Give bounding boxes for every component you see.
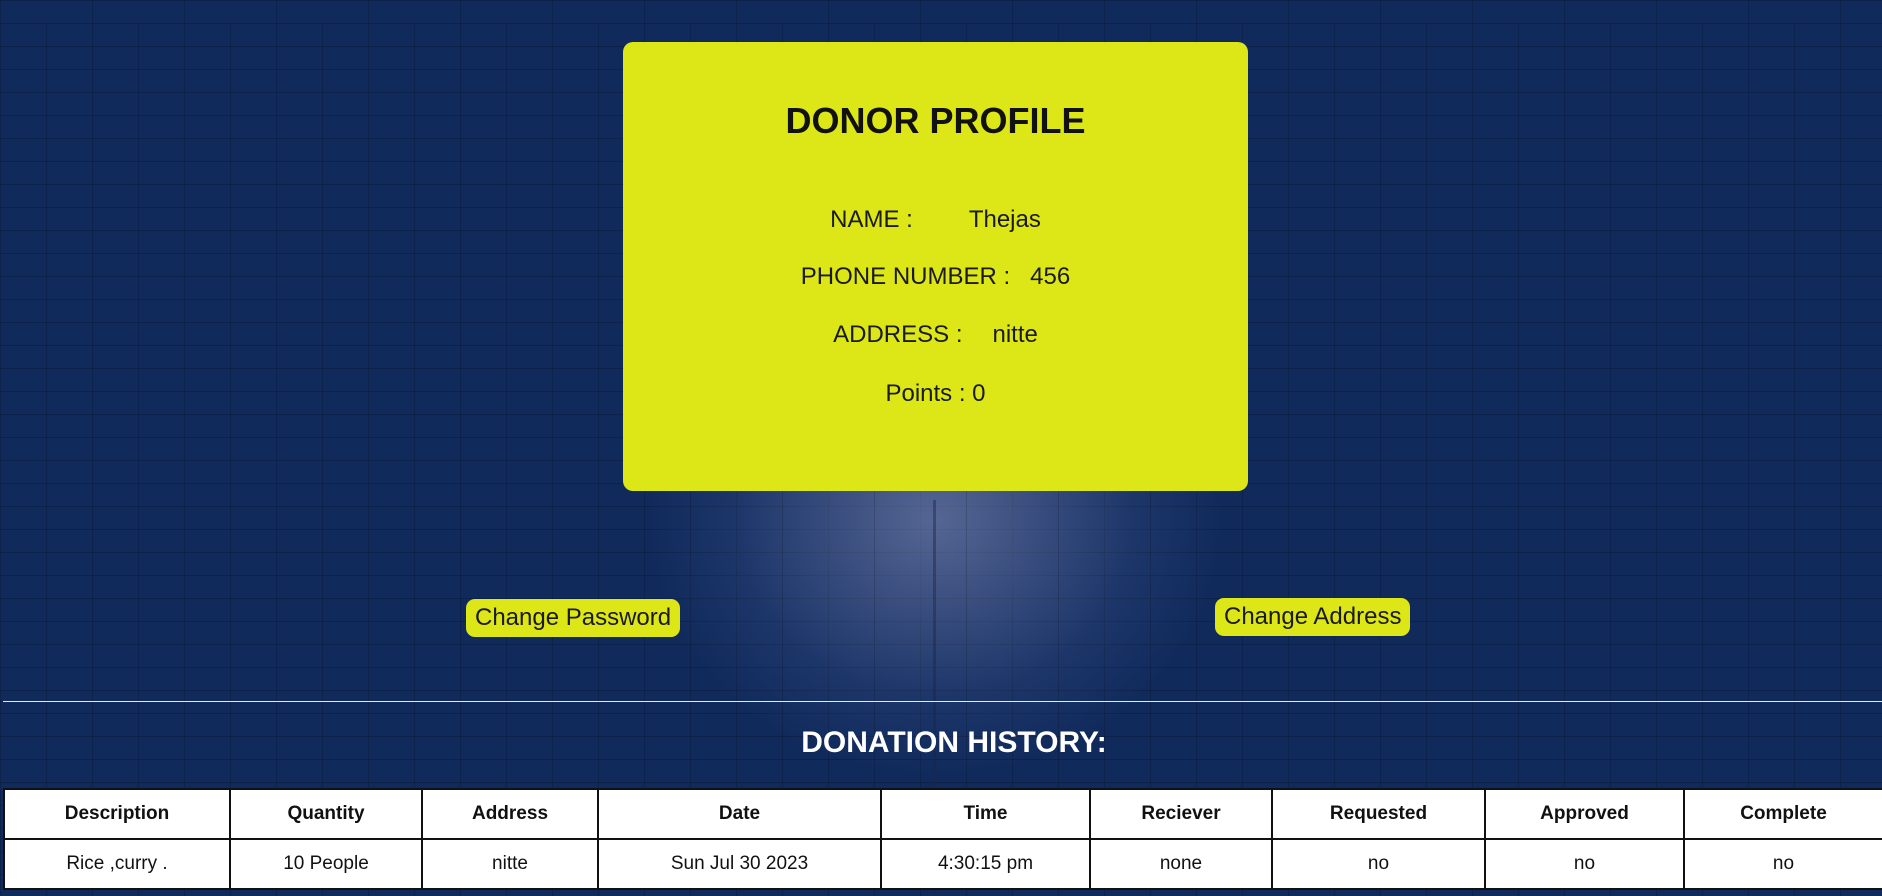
table-cell: no	[1484, 838, 1685, 890]
donor-profile-card: DONOR PROFILE NAME : Thejas PHONE NUMBER …	[623, 42, 1248, 491]
table-cell: nitte	[421, 838, 599, 890]
section-divider	[3, 701, 1882, 702]
column-header: Time	[880, 788, 1091, 840]
change-password-button[interactable]: Change Password	[466, 599, 681, 637]
profile-points: Points : 0	[885, 380, 986, 407]
name-label: NAME :	[830, 206, 913, 233]
column-header: Complete	[1683, 788, 1882, 840]
column-header: Date	[597, 788, 882, 840]
profile-address-row: ADDRESS : nitte	[623, 321, 1248, 349]
address-value: nitte	[992, 321, 1038, 348]
table-row: Rice ,curry . 10 People nitte Sun Jul 30…	[3, 838, 1882, 890]
name-value: Thejas	[968, 206, 1041, 233]
table-cell: Rice ,curry .	[3, 838, 231, 890]
column-header: Requested	[1271, 788, 1486, 840]
table-cell: 4:30:15 pm	[880, 838, 1091, 890]
donation-history-table: Description Quantity Address Date Time R…	[3, 788, 1882, 890]
table-cell: no	[1271, 838, 1486, 890]
column-header: Reciever	[1089, 788, 1273, 840]
donation-history-title: DONATION HISTORY:	[801, 726, 1107, 759]
table-cell: none	[1089, 838, 1273, 890]
profile-name-row: NAME : Thejas	[623, 206, 1248, 234]
address-label: ADDRESS :	[833, 321, 963, 348]
table-cell: Sun Jul 30 2023	[597, 838, 882, 890]
column-header: Approved	[1484, 788, 1685, 840]
column-header: Quantity	[229, 788, 423, 840]
phone-value: 456	[1030, 263, 1071, 290]
profile-phone-row: PHONE NUMBER : 456	[623, 263, 1248, 291]
column-header: Address	[421, 788, 599, 840]
table-cell: no	[1683, 838, 1882, 890]
column-header: Description	[3, 788, 231, 840]
table-header-row: Description Quantity Address Date Time R…	[3, 788, 1882, 840]
table-cell: 10 People	[229, 838, 423, 890]
phone-label: PHONE NUMBER :	[800, 263, 1011, 290]
change-address-button[interactable]: Change Address	[1215, 598, 1411, 636]
profile-title: DONOR PROFILE	[785, 100, 1086, 141]
